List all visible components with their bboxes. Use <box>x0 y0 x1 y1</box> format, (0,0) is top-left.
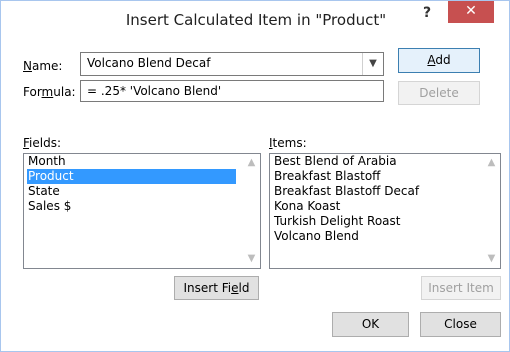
items-list-item[interactable]: Breakfast Blastoff <box>273 169 380 184</box>
insert-field-button[interactable]: Insert Field <box>174 276 259 300</box>
name-value: Volcano Blend Decaf <box>87 56 211 70</box>
items-list-item[interactable]: Kona Koast <box>273 199 340 214</box>
scroll-down-icon[interactable]: ▼ <box>246 254 257 264</box>
insert-calculated-item-dialog: Insert Calculated Item in "Product" ? ✕ … <box>0 0 510 352</box>
items-list-item[interactable]: Turkish Delight Roast <box>273 214 401 229</box>
help-button[interactable]: ? <box>413 1 441 27</box>
fields-listbox[interactable]: Month Product State Sales $ ▲ ▼ <box>23 153 261 269</box>
fields-list-item[interactable]: Sales $ <box>27 199 71 214</box>
items-listbox[interactable]: Best Blend of Arabia Breakfast Blastoff … <box>269 153 501 269</box>
fields-list-item[interactable]: Month <box>27 154 66 169</box>
fields-list-item[interactable]: State <box>27 184 60 199</box>
formula-input[interactable]: = .25* 'Volcano Blend' <box>80 80 384 102</box>
items-scrollbar[interactable]: ▲ ▼ <box>483 154 500 268</box>
items-list-item[interactable]: Volcano Blend <box>273 229 359 244</box>
dialog-title: Insert Calculated Item in "Product" <box>125 11 387 29</box>
ok-button[interactable]: OK <box>332 312 409 337</box>
formula-label: Formula: <box>23 85 76 99</box>
chevron-down-icon[interactable]: ▼ <box>362 53 383 75</box>
name-combobox[interactable]: Volcano Blend Decaf ▼ <box>80 52 384 76</box>
insert-item-button[interactable]: Insert Item <box>421 276 501 300</box>
close-button[interactable]: Close <box>420 312 501 337</box>
items-label: Items: <box>269 136 307 150</box>
window-close-button[interactable]: ✕ <box>448 1 494 23</box>
items-list-item[interactable]: Best Blend of Arabia <box>273 154 397 169</box>
delete-button[interactable]: Delete <box>398 81 480 105</box>
fields-scrollbar[interactable]: ▲ ▼ <box>243 154 260 268</box>
fields-label: Fields: <box>23 136 61 150</box>
title-bar[interactable]: Insert Calculated Item in "Product" ? ✕ <box>1 1 509 37</box>
formula-value: = .25* 'Volcano Blend' <box>87 84 222 98</box>
fields-list-item-selected[interactable]: Product <box>27 169 236 184</box>
items-list-item[interactable]: Breakfast Blastoff Decaf <box>273 184 419 199</box>
scroll-down-icon[interactable]: ▼ <box>486 254 497 264</box>
add-button[interactable]: Add <box>398 48 480 73</box>
name-label: Name: <box>23 59 63 73</box>
scroll-up-icon[interactable]: ▲ <box>246 158 257 168</box>
scroll-up-icon[interactable]: ▲ <box>486 158 497 168</box>
